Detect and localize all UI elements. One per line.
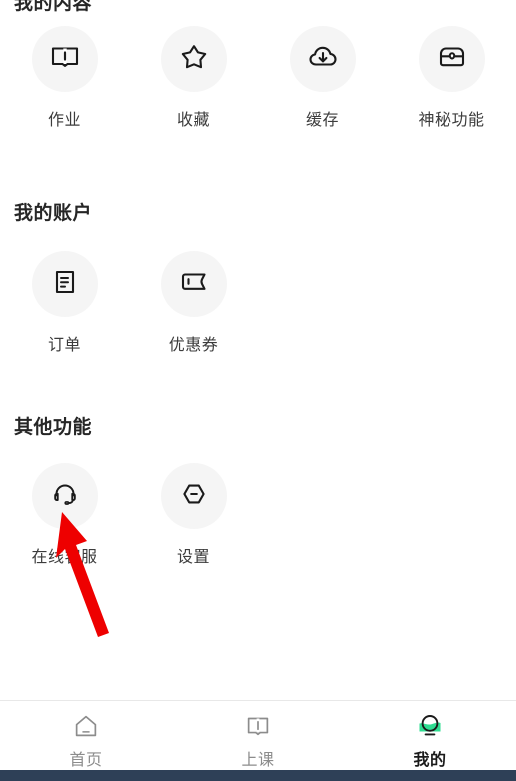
tile-label-cache: 缓存 (305, 112, 339, 129)
tile-mystery-feature[interactable]: 神秘功能 (387, 26, 516, 130)
hexagon-dash-icon (176, 476, 212, 517)
tab-profile[interactable]: 我的 (344, 701, 516, 771)
tab-class[interactable]: 上课 (172, 701, 344, 771)
section-my-content: 我的内容 作业 收藏 缓存 神秘功能 (0, 0, 516, 178)
mobile-screen: 我的内容 作业 收藏 缓存 神秘功能 我的账户 订单 优惠券 其他功能 在线客服… (0, 0, 516, 781)
section-title-other-features: 其他功能 (14, 417, 93, 438)
headset-icon (48, 477, 82, 516)
tile-cache[interactable]: 缓存 (258, 26, 387, 130)
star-icon (176, 39, 212, 80)
tile-label-mystery-feature: 神秘功能 (418, 112, 485, 129)
tile-icon-bg-favorites (160, 26, 227, 92)
tile-coupons[interactable]: 优惠券 (129, 251, 258, 355)
grid-my-content: 作业 收藏 缓存 神秘功能 (0, 26, 516, 130)
bottom-tab-bar: 首页 上课 我的 (0, 700, 516, 770)
tab-label-home: 首页 (69, 752, 103, 769)
section-my-account: 我的账户 订单 优惠券 (0, 198, 516, 383)
home-icon (70, 710, 102, 742)
tab-home[interactable]: 首页 (0, 701, 172, 771)
section-other-features: 其他功能 在线客服 设置 (0, 412, 516, 597)
section-title-my-content: 我的内容 (14, 0, 93, 14)
profile-avatar-icon (414, 710, 446, 742)
tile-orders[interactable]: 订单 (0, 251, 129, 355)
tab-label-profile: 我的 (413, 752, 447, 769)
tile-icon-bg-homework (31, 26, 98, 92)
document-list-icon (47, 264, 83, 305)
tile-label-coupons: 优惠券 (168, 337, 219, 354)
book-icon (47, 39, 83, 80)
grid-other-features: 在线客服 设置 (0, 463, 516, 567)
open-book-icon (242, 710, 274, 742)
tile-icon-bg-mystery-feature (418, 26, 485, 92)
tile-homework[interactable]: 作业 (0, 26, 129, 130)
section-title-my-account: 我的账户 (14, 203, 93, 224)
tile-favorites[interactable]: 收藏 (129, 26, 258, 130)
coupon-ticket-icon (176, 264, 212, 305)
tile-label-homework: 作业 (47, 112, 81, 129)
tile-label-favorites: 收藏 (176, 112, 210, 129)
tile-label-online-support: 在线客服 (31, 549, 98, 566)
tile-icon-bg-coupons (160, 251, 227, 317)
tile-online-support[interactable]: 在线客服 (0, 463, 129, 567)
treasure-chest-icon (434, 39, 470, 80)
grid-my-account: 订单 优惠券 (0, 251, 516, 355)
tile-icon-bg-online-support (31, 463, 98, 529)
tile-label-orders: 订单 (47, 337, 81, 354)
tile-settings[interactable]: 设置 (129, 463, 258, 567)
tile-icon-bg-orders (31, 251, 98, 317)
home-indicator-bar (0, 770, 516, 781)
profile-content-scroll[interactable]: 我的内容 作业 收藏 缓存 神秘功能 我的账户 订单 优惠券 其他功能 在线客服… (0, 0, 516, 700)
tab-label-class: 上课 (241, 752, 275, 769)
tile-label-settings: 设置 (176, 549, 210, 566)
tile-icon-bg-settings (160, 463, 227, 529)
tile-icon-bg-cache (289, 26, 356, 92)
cloud-download-icon (305, 39, 341, 80)
